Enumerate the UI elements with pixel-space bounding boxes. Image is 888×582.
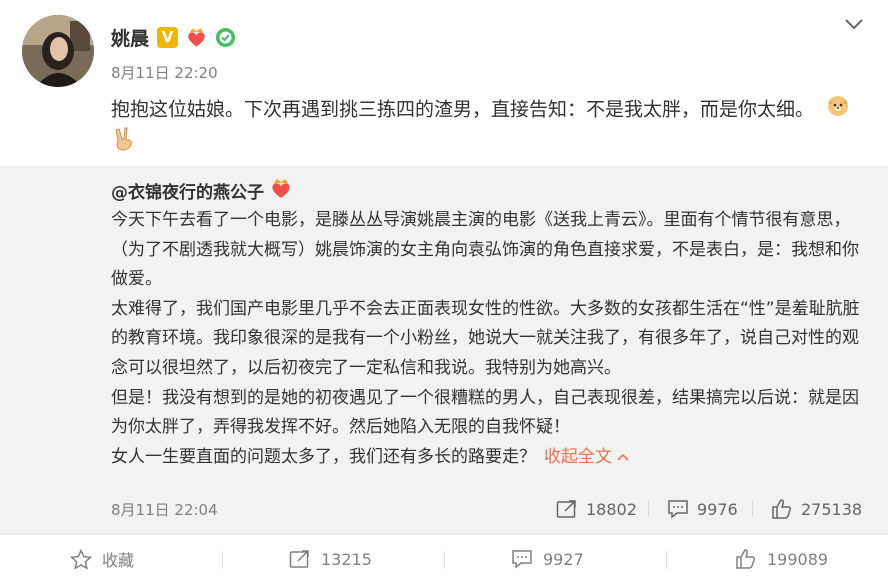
divider — [444, 551, 445, 569]
chevron-down-icon[interactable] — [844, 16, 864, 30]
post-time[interactable]: 8月11日 22:20 — [111, 62, 218, 83]
green-shield-icon — [215, 27, 236, 48]
post-text: 抱抱这位姑娘。下次再遇到挑三拣四的渣男，直接告知：不是我太胖，而是你太细。 — [111, 93, 867, 161]
favorite-label: 收藏 — [102, 551, 135, 570]
repost-icon — [289, 550, 309, 568]
toolbar-repost-button[interactable]: 13215 — [289, 535, 372, 582]
doge-emoji-icon — [826, 93, 850, 127]
like-count: 275138 — [801, 499, 863, 519]
collapse-text-link[interactable]: 收起全文 — [544, 447, 629, 467]
repost-paragraph-text: 女人一生要直面的问题太多了，我们还有多长的路要走？ — [111, 446, 536, 467]
repost-paragraph: 今天下午去看了一个电影，是滕丛丛导演姚晨主演的电影《送我上青云》。里面有个情节很… — [111, 210, 859, 290]
repost-paragraph: 但是！我没有想到的是她的初夜遇见了一个很糟糕的男人，自己表现很差，结果搞完以后说… — [111, 387, 859, 438]
toolbar-repost-count: 13215 — [321, 549, 372, 569]
divider — [752, 501, 753, 517]
divider — [648, 501, 649, 517]
heart-crown-icon — [186, 27, 207, 48]
collapse-label: 收起全文 — [544, 446, 612, 467]
repost-comments-button[interactable]: 9976 — [667, 497, 738, 521]
verified-v-icon: V — [157, 26, 179, 48]
repost-likes-button[interactable]: 275138 — [771, 497, 862, 521]
post-text-content: 抱抱这位姑娘。下次再遇到挑三拣四的渣男，直接告知：不是我太胖，而是你太细。 — [111, 98, 815, 121]
favorite-button[interactable]: 收藏 — [70, 535, 134, 582]
toolbar-comment-button[interactable]: 9927 — [511, 535, 584, 582]
repost-time[interactable]: 8月11日 22:04 — [111, 499, 218, 520]
repost-author-name[interactable]: @衣锦夜行的燕公子 — [111, 178, 264, 203]
victory-hand-icon — [113, 127, 135, 161]
comment-icon — [668, 500, 688, 519]
comment-icon — [512, 550, 532, 569]
repost-text: 今天下午去看了一个电影，是滕丛丛导演姚晨主演的电影《送我上青云》。里面有个情节很… — [111, 206, 871, 472]
toolbar-like-count: 199089 — [767, 549, 829, 569]
author-name[interactable]: 姚晨 — [111, 24, 149, 51]
thumbs-up-icon — [736, 549, 756, 569]
toolbar-like-button[interactable]: 199089 — [735, 535, 828, 582]
star-icon — [70, 548, 92, 570]
toolbar-comment-count: 9927 — [543, 549, 584, 569]
repost-icon — [556, 500, 576, 518]
avatar[interactable] — [22, 15, 94, 87]
repost-reposts-button[interactable]: 18802 — [556, 497, 637, 521]
repost-footer: 8月11日 22:04 18802 9976 275138 — [111, 494, 871, 524]
divider — [666, 551, 667, 569]
thumbs-up-icon — [772, 499, 792, 519]
divider — [222, 551, 223, 569]
repost-count: 18802 — [586, 499, 637, 519]
bottom-toolbar: 收藏 13215 9927 199089 — [0, 534, 888, 582]
weibo-card: 姚晨 V 8月11日 22:20 抱抱这位姑娘。下次再遇到挑三拣四的渣男，直接告… — [0, 0, 888, 582]
heart-crown-icon — [270, 178, 292, 203]
comment-count: 9976 — [697, 499, 738, 519]
repost-paragraph-last: 女人一生要直面的问题太多了，我们还有多长的路要走？ 收起全文 — [111, 443, 871, 473]
repost-block: @衣锦夜行的燕公子 今天下午去看了一个电影，是滕丛丛导演姚晨主演的电影《送我上青… — [0, 166, 888, 534]
repost-author: @衣锦夜行的燕公子 — [111, 176, 292, 204]
repost-paragraph: 太难得了，我们国产电影里几乎不会去正面表现女性的性欲。大多数的女孩都生活在“性”… — [111, 298, 860, 378]
chevron-up-icon — [617, 453, 629, 461]
post-author: 姚晨 V — [111, 24, 236, 50]
